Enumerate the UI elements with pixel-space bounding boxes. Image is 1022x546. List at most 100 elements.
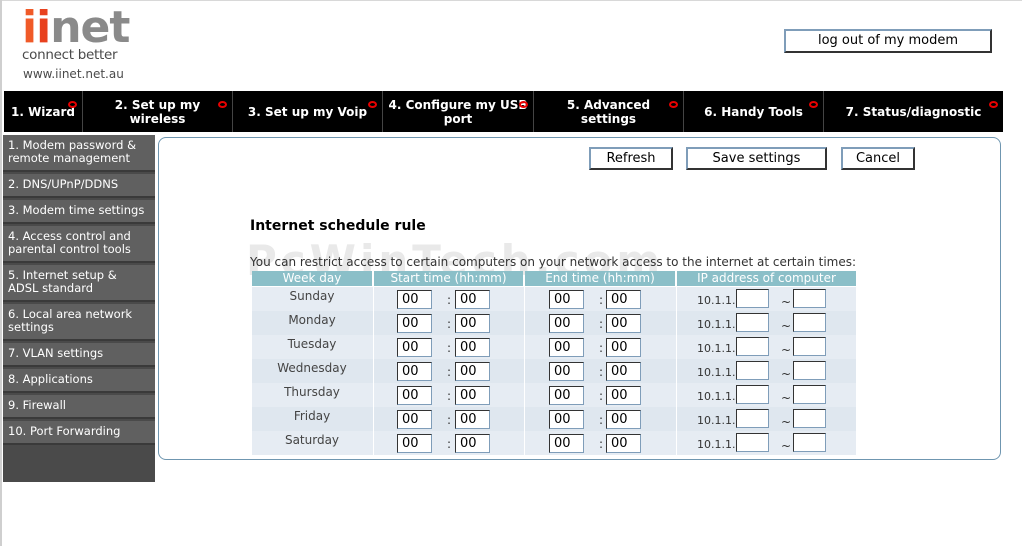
sidebar-item-dns[interactable]: 2. DNS/UPnP/DDNS bbox=[3, 174, 155, 198]
ip-to-input[interactable] bbox=[793, 289, 826, 308]
section-title: Internet schedule rule bbox=[250, 218, 426, 234]
end-hour-input[interactable]: 00 bbox=[549, 434, 584, 453]
tab-voip[interactable]: 3. Set up my Voip bbox=[233, 91, 383, 132]
start-minute-input[interactable]: 00 bbox=[455, 314, 490, 333]
logout-button[interactable]: log out of my modem bbox=[784, 29, 992, 53]
start-minute-input[interactable]: 00 bbox=[455, 434, 490, 453]
end-hour-input[interactable]: 00 bbox=[549, 290, 584, 309]
ip-to-input[interactable] bbox=[793, 361, 826, 380]
indicator-icon bbox=[669, 101, 678, 108]
indicator-icon bbox=[989, 101, 998, 108]
tab-usb[interactable]: 4. Configure my USB port bbox=[383, 91, 534, 132]
column-divider bbox=[524, 286, 525, 456]
start-hour-input[interactable]: 00 bbox=[397, 290, 432, 309]
weekday-label: Friday bbox=[293, 409, 331, 423]
tab-wireless[interactable]: 2. Set up my wireless bbox=[83, 91, 233, 132]
end-hour-input[interactable]: 00 bbox=[549, 314, 584, 333]
ip-prefix: 10.1.1. bbox=[697, 438, 736, 451]
end-hour-input[interactable]: 00 bbox=[549, 362, 584, 381]
logo-wordmark: iinet bbox=[22, 6, 130, 50]
time-separator: : bbox=[599, 389, 604, 403]
ip-prefix: 10.1.1. bbox=[697, 414, 736, 427]
start-minute-input[interactable]: 00 bbox=[455, 362, 490, 381]
end-minute-input[interactable]: 00 bbox=[606, 338, 641, 357]
ip-from-input[interactable] bbox=[736, 385, 769, 404]
sidebar-item-firewall[interactable]: 9. Firewall bbox=[3, 395, 155, 419]
end-hour-input[interactable]: 00 bbox=[549, 386, 584, 405]
ip-to-input[interactable] bbox=[793, 433, 826, 452]
time-separator: : bbox=[599, 413, 604, 427]
range-separator: ~ bbox=[781, 343, 792, 357]
weekday-label: Monday bbox=[288, 313, 336, 327]
sidebar-item-port-forwarding[interactable]: 10. Port Forwarding bbox=[3, 421, 155, 445]
start-minute-input[interactable]: 00 bbox=[455, 410, 490, 429]
sidebar-item-internet-setup[interactable]: 5. Internet setup & ADSL standard bbox=[3, 265, 155, 302]
range-separator: ~ bbox=[781, 391, 792, 405]
end-hour-input[interactable]: 00 bbox=[549, 410, 584, 429]
window-top-border bbox=[0, 0, 1022, 1]
sidebar-item-vlan[interactable]: 7. VLAN settings bbox=[3, 343, 155, 367]
start-minute-input[interactable]: 00 bbox=[455, 290, 490, 309]
section-description: You can restrict access to certain compu… bbox=[250, 255, 857, 269]
ip-from-input[interactable] bbox=[736, 313, 769, 332]
ip-prefix: 10.1.1. bbox=[697, 294, 736, 307]
end-minute-input[interactable]: 00 bbox=[606, 386, 641, 405]
sidebar-item-applications[interactable]: 8. Applications bbox=[3, 369, 155, 393]
ip-from-input[interactable] bbox=[736, 409, 769, 428]
ip-to-input[interactable] bbox=[793, 385, 826, 404]
time-separator: : bbox=[447, 437, 452, 451]
ip-to-input[interactable] bbox=[793, 337, 826, 356]
start-minute-input[interactable]: 00 bbox=[455, 386, 490, 405]
logo-letter-i: i bbox=[22, 2, 37, 53]
tab-advanced[interactable]: 5. Advanced settings bbox=[534, 91, 684, 132]
end-minute-input[interactable]: 00 bbox=[606, 362, 641, 381]
ip-to-input[interactable] bbox=[793, 313, 826, 332]
refresh-button[interactable]: Refresh bbox=[589, 147, 673, 170]
indicator-icon bbox=[368, 101, 377, 108]
top-navigation: 1. Wizard 2. Set up my wireless 3. Set u… bbox=[4, 91, 1003, 132]
start-hour-input[interactable]: 00 bbox=[397, 314, 432, 333]
time-separator: : bbox=[447, 317, 452, 331]
start-hour-input[interactable]: 00 bbox=[397, 386, 432, 405]
indicator-icon bbox=[519, 101, 528, 108]
sidebar-item-time[interactable]: 3. Modem time settings bbox=[3, 200, 155, 224]
ip-prefix: 10.1.1. bbox=[697, 366, 736, 379]
indicator-icon bbox=[218, 101, 227, 108]
cancel-button[interactable]: Cancel bbox=[841, 147, 915, 170]
start-minute-input[interactable]: 00 bbox=[455, 338, 490, 357]
start-hour-input[interactable]: 00 bbox=[397, 362, 432, 381]
ip-from-input[interactable] bbox=[736, 337, 769, 356]
logo-tagline: connect better bbox=[22, 47, 118, 63]
ip-prefix: 10.1.1. bbox=[697, 342, 736, 355]
time-separator: : bbox=[447, 293, 452, 307]
weekday-label: Sunday bbox=[289, 289, 335, 303]
end-minute-input[interactable]: 00 bbox=[606, 290, 641, 309]
range-separator: ~ bbox=[781, 367, 792, 381]
start-hour-input[interactable]: 00 bbox=[397, 434, 432, 453]
iinet-logo: iinet connect better www.iinet.net.au bbox=[22, 6, 142, 88]
tab-handy-tools[interactable]: 6. Handy Tools bbox=[684, 91, 824, 132]
ip-from-input[interactable] bbox=[736, 361, 769, 380]
tab-status[interactable]: 7. Status/diagnostic bbox=[824, 91, 1003, 132]
weekday-label: Thursday bbox=[284, 385, 340, 399]
end-minute-input[interactable]: 00 bbox=[606, 410, 641, 429]
start-hour-input[interactable]: 00 bbox=[397, 410, 432, 429]
end-minute-input[interactable]: 00 bbox=[606, 314, 641, 333]
ip-from-input[interactable] bbox=[736, 433, 769, 452]
end-hour-input[interactable]: 00 bbox=[549, 338, 584, 357]
save-settings-button[interactable]: Save settings bbox=[686, 147, 827, 170]
sidebar-item-access-control[interactable]: 4. Access control and parental control t… bbox=[3, 226, 155, 263]
time-separator: : bbox=[599, 293, 604, 307]
end-minute-input[interactable]: 00 bbox=[606, 434, 641, 453]
sidebar-item-lan[interactable]: 6. Local area network settings bbox=[3, 304, 155, 341]
ip-from-input[interactable] bbox=[736, 289, 769, 308]
tab-label: 1. Wizard bbox=[10, 104, 76, 119]
tab-label: 5. Advanced settings bbox=[566, 97, 651, 126]
ip-to-input[interactable] bbox=[793, 409, 826, 428]
start-hour-input[interactable]: 00 bbox=[397, 338, 432, 357]
time-separator: : bbox=[447, 365, 452, 379]
window-left-border bbox=[0, 0, 2, 546]
time-separator: : bbox=[599, 317, 604, 331]
sidebar-item-modem-password[interactable]: 1. Modem password & remote management bbox=[3, 135, 155, 172]
tab-wizard[interactable]: 1. Wizard bbox=[4, 91, 83, 132]
